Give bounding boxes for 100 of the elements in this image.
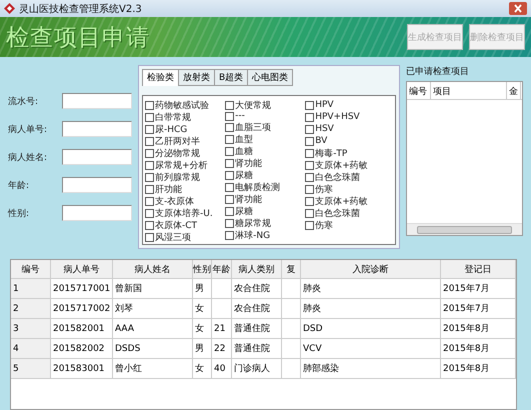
table-cell: 5 xyxy=(11,359,51,378)
checkbox[interactable] xyxy=(305,100,314,110)
checkbox-label: 支原体+药敏 xyxy=(315,160,368,172)
table-cell: 2015年8月 xyxy=(441,339,516,358)
checkbox-label: 乙肝两对半 xyxy=(155,136,200,148)
checkbox[interactable] xyxy=(145,100,154,110)
scrollbar[interactable] xyxy=(407,223,522,235)
checkbox[interactable] xyxy=(225,158,234,168)
table-cell: 2015年8月 xyxy=(441,359,516,378)
table-cell: 肺部感染 xyxy=(301,359,441,378)
checkbox[interactable] xyxy=(145,172,154,182)
checkbox[interactable] xyxy=(225,230,234,240)
checkbox[interactable] xyxy=(305,172,314,182)
checkbox[interactable] xyxy=(305,124,314,134)
checkbox-label: 风湿三项 xyxy=(155,232,191,244)
checkbox[interactable] xyxy=(225,194,234,204)
field-label: 年龄: xyxy=(8,180,30,192)
checkbox-label: 伤寒 xyxy=(315,184,334,196)
checkbox-label: 白带常规 xyxy=(155,112,191,124)
checkbox[interactable] xyxy=(305,136,314,146)
checkbox[interactable] xyxy=(145,136,154,146)
field-label: 病人姓名: xyxy=(8,152,48,164)
table-cell: 2 xyxy=(11,299,51,318)
checkbox[interactable] xyxy=(225,112,234,120)
checkbox-label: 伤寒 xyxy=(315,220,334,232)
input-field[interactable] xyxy=(62,177,132,193)
table-cell: 2015年8月 xyxy=(441,319,516,338)
input-field[interactable] xyxy=(62,149,132,165)
checkbox[interactable] xyxy=(145,184,154,194)
tab[interactable]: 心电图类 xyxy=(247,69,294,86)
checkbox[interactable] xyxy=(305,196,314,206)
checkbox[interactable] xyxy=(305,160,314,170)
checkbox-label: 梅毒-TP xyxy=(315,148,348,160)
checkbox[interactable] xyxy=(145,148,154,158)
table-cell: DSD xyxy=(301,319,441,338)
table-cell: 曾新国 xyxy=(113,279,193,298)
checkbox-label: 肾功能 xyxy=(235,194,262,206)
tab[interactable]: B超类 xyxy=(214,69,248,86)
table-cell: 3 xyxy=(11,319,51,338)
table-cell: 农合住院 xyxy=(232,279,282,298)
column-header: 年龄 xyxy=(212,260,232,278)
table-cell: 门诊病人 xyxy=(232,359,282,378)
checkbox[interactable] xyxy=(145,196,154,206)
checkbox[interactable] xyxy=(305,208,314,218)
section-title: 已申请检查项目 xyxy=(406,66,470,78)
table-cell: 2015717002 xyxy=(51,299,113,318)
column-header: 病人单号 xyxy=(51,260,113,278)
checkbox[interactable] xyxy=(225,218,234,228)
column-header: 编号 xyxy=(407,82,431,99)
table-cell: 男 xyxy=(193,279,212,298)
column-header: 病人姓名 xyxy=(113,260,193,278)
checkbox[interactable] xyxy=(225,146,234,156)
table-cell: 肺炎 xyxy=(301,279,441,298)
column-header: 性别 xyxy=(193,260,212,278)
checkbox[interactable] xyxy=(305,112,314,122)
checkbox[interactable] xyxy=(145,160,154,170)
table-cell: 4 xyxy=(11,339,51,358)
checkbox-label: 电解质检测 xyxy=(235,182,280,194)
close-icon[interactable] xyxy=(509,2,527,15)
checkbox[interactable] xyxy=(225,100,234,110)
checkbox[interactable] xyxy=(305,220,314,230)
checkbox[interactable] xyxy=(145,232,154,242)
column-header: 编号 xyxy=(11,260,51,278)
table-cell: 2015年7月 xyxy=(441,279,516,298)
checkbox-label: 衣原体-CT xyxy=(155,220,198,232)
checkbox[interactable] xyxy=(145,220,154,230)
input-field[interactable] xyxy=(62,121,132,137)
table-cell: 男 xyxy=(193,339,212,358)
checkbox-label: 血脂三项 xyxy=(235,122,272,134)
checkbox[interactable] xyxy=(305,184,314,194)
tab[interactable]: 放射类 xyxy=(178,69,215,86)
checkbox-label: HPV xyxy=(315,100,334,110)
checkbox[interactable] xyxy=(225,122,234,132)
field-label: 性别: xyxy=(8,208,30,220)
input-field[interactable] xyxy=(62,93,132,109)
checkbox[interactable] xyxy=(225,134,234,144)
checkbox[interactable] xyxy=(225,206,234,216)
table-cell: 22 xyxy=(212,339,232,358)
checkbox[interactable] xyxy=(145,112,154,122)
checkbox-label: 药物敏感试验 xyxy=(155,100,209,112)
checkbox-label: 前列腺常规 xyxy=(155,172,200,184)
checkbox[interactable] xyxy=(305,148,314,158)
table-cell: 女 xyxy=(193,319,212,338)
checkbox[interactable] xyxy=(145,124,154,134)
checkbox-label: 尿常规+分析 xyxy=(155,160,208,172)
field-label: 流水号: xyxy=(8,96,38,108)
checkbox-label: 尿-HCG xyxy=(155,124,188,136)
checkbox[interactable] xyxy=(145,208,154,218)
table-cell: 201582001 xyxy=(51,319,113,338)
checkbox[interactable] xyxy=(225,182,234,192)
column-header: 复 xyxy=(282,260,301,278)
checkbox[interactable] xyxy=(225,170,234,180)
input-field[interactable] xyxy=(62,205,132,221)
checkbox-label: 肾功能 xyxy=(235,158,262,170)
table-cell: DSDS xyxy=(113,339,193,358)
table-cell: 普通住院 xyxy=(232,339,282,358)
tab[interactable]: 检验类 xyxy=(142,69,179,86)
table-cell: VCV xyxy=(301,339,441,358)
table-cell: 肺炎 xyxy=(301,299,441,318)
column-header: 项目 xyxy=(431,82,507,99)
